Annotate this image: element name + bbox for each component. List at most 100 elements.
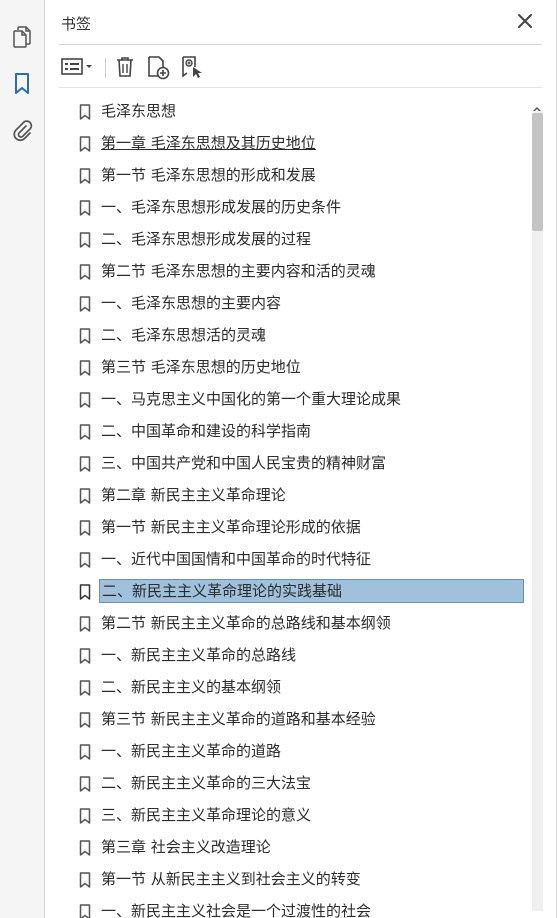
bookmark-label: 三、新民主主义革命理论的意义 xyxy=(101,806,312,824)
bookmark-item[interactable]: 三、新民主主义革命理论的意义 xyxy=(59,803,529,829)
delete-bookmark-button[interactable] xyxy=(111,53,139,81)
bookmark-icon xyxy=(79,296,91,312)
bookmark-item[interactable]: 二、中国革命和建设的科学指南 xyxy=(59,419,529,445)
bookmark-icon xyxy=(79,328,91,344)
bookmark-icon xyxy=(79,200,91,216)
pages-icon xyxy=(13,26,31,48)
bookmark-label: 二、中国革命和建设的科学指南 xyxy=(101,422,312,440)
bookmark-item[interactable]: 一、新民主主义革命的道路 xyxy=(59,739,529,765)
bookmark-icon xyxy=(79,648,91,664)
bookmark-icon xyxy=(79,520,91,536)
bookmark-icon xyxy=(79,232,91,248)
bookmark-item[interactable]: 一、毛泽东思想形成发展的历史条件 xyxy=(59,195,529,221)
scroll-thumb[interactable] xyxy=(532,113,543,231)
bookmark-label: 第一节 从新民主主义到社会主义的转变 xyxy=(101,870,361,888)
navigation-rail xyxy=(0,0,45,918)
bookmark-item[interactable]: 第一章 毛泽东思想及其历史地位 xyxy=(59,131,529,157)
bookmark-item[interactable]: 第二节 新民主主义革命的总路线和基本纲领 xyxy=(59,611,529,637)
bookmark-label: 一、新民主主义革命的总路线 xyxy=(101,646,297,664)
bookmark-label: 第一节 毛泽东思想的形成和发展 xyxy=(101,166,316,184)
bookmark-item[interactable]: 第三节 毛泽东思想的历史地位 xyxy=(59,355,529,381)
bookmark-label: 第一章 毛泽东思想及其历史地位 xyxy=(101,134,316,152)
bookmark-icon xyxy=(79,360,91,376)
close-panel-button[interactable] xyxy=(516,12,534,30)
toolbar-divider xyxy=(59,87,542,88)
bookmark-label: 毛泽东思想 xyxy=(101,102,177,120)
bookmark-label: 第三节 毛泽东思想的历史地位 xyxy=(101,358,301,376)
bookmark-label: 三、中国共产党和中国人民宝贵的精神财富 xyxy=(101,454,387,472)
bookmark-item[interactable]: 毛泽东思想 xyxy=(59,99,529,125)
bookmark-label: 二、新民主主义革命的三大法宝 xyxy=(101,774,312,792)
bookmark-toolbar xyxy=(59,50,539,84)
bookmark-label: 一、毛泽东思想的主要内容 xyxy=(101,294,282,312)
vertical-scrollbar[interactable] xyxy=(529,95,545,918)
bookmark-list: 毛泽东思想 第一章 毛泽东思想及其历史地位 第一节 毛泽东思想的形成和发展 一、… xyxy=(59,95,529,918)
bookmark-label: 一、新民主主义革命的道路 xyxy=(101,742,282,760)
bookmark-item[interactable]: 一、毛泽东思想的主要内容 xyxy=(59,291,529,317)
bookmark-icon xyxy=(79,168,91,184)
bookmark-item[interactable]: 二、毛泽东思想形成发展的过程 xyxy=(59,227,529,253)
scroll-track[interactable] xyxy=(532,111,543,911)
bookmark-icon xyxy=(79,904,91,918)
new-bookmark-icon xyxy=(148,56,170,80)
bookmark-icon xyxy=(79,712,91,728)
bookmark-item[interactable]: 二、新民主主义革命的三大法宝 xyxy=(59,771,529,797)
bookmark-item[interactable]: 二、新民主主义的基本纲领 xyxy=(59,675,529,701)
bookmark-item[interactable]: 三、中国共产党和中国人民宝贵的精神财富 xyxy=(59,451,529,477)
new-bookmark-button[interactable] xyxy=(143,53,173,81)
panel-title: 书签 xyxy=(61,15,92,33)
bookmark-icon xyxy=(79,872,91,888)
bookmark-item[interactable]: 二、毛泽东思想活的灵魂 xyxy=(59,323,529,349)
bookmark-icon xyxy=(79,456,91,472)
bookmark-item[interactable]: 第一节 从新民主主义到社会主义的转变 xyxy=(59,867,529,893)
bookmark-label: 一、新民主主义社会是一个过渡性的社会 xyxy=(101,902,372,918)
bookmark-icon xyxy=(79,552,91,568)
bookmark-item[interactable]: 第一节 毛泽东思想的形成和发展 xyxy=(59,163,529,189)
toolbar-separator xyxy=(105,58,106,78)
bookmark-item[interactable]: 第三章 社会主义改造理论 xyxy=(59,835,529,861)
attachment-icon xyxy=(13,120,33,142)
bookmark-label: 第三节 新民主主义革命的道路和基本经验 xyxy=(101,710,376,728)
bookmark-item[interactable]: 第一节 新民主主义革命理论形成的依据 xyxy=(59,515,529,541)
bookmark-icon xyxy=(79,392,91,408)
pages-panel-button[interactable] xyxy=(8,23,36,51)
bookmark-item[interactable]: 一、新民主主义社会是一个过渡性的社会 xyxy=(59,899,529,918)
close-icon xyxy=(518,14,532,28)
bookmark-item[interactable]: 一、近代中国国情和中国革命的时代特征 xyxy=(59,547,529,573)
bookmark-label: 二、新民主主义革命理论的实践基础 xyxy=(99,579,524,603)
bookmark-icon xyxy=(79,744,91,760)
bookmark-label: 二、新民主主义的基本纲领 xyxy=(101,678,282,696)
bookmark-icon xyxy=(79,616,91,632)
bookmark-icon xyxy=(79,840,91,856)
title-divider xyxy=(59,44,542,45)
bookmark-label: 一、马克思主义中国化的第一个重大理论成果 xyxy=(101,390,402,408)
bookmark-label: 一、毛泽东思想形成发展的历史条件 xyxy=(101,198,342,216)
bookmark-icon xyxy=(79,264,91,280)
scroll-up-button[interactable] xyxy=(532,99,542,113)
options-menu-icon xyxy=(61,58,92,75)
bookmark-label: 第二节 毛泽东思想的主要内容和活的灵魂 xyxy=(101,262,376,280)
bookmark-label: 第一节 新民主主义革命理论形成的依据 xyxy=(101,518,361,536)
bookmark-from-selection-icon xyxy=(182,56,202,78)
bookmarks-panel: 书签 毛泽东思想 第一章 毛泽东思想及其历史地位 第一节 毛泽东思想的形成和发展… xyxy=(45,0,557,918)
bookmark-item[interactable]: 一、马克思主义中国化的第一个重大理论成果 xyxy=(59,387,529,413)
bookmark-from-selection-button[interactable] xyxy=(177,53,207,81)
bookmark-label: 第二章 新民主主义革命理论 xyxy=(101,486,286,504)
bookmark-icon xyxy=(79,776,91,792)
bookmark-label: 一、近代中国国情和中国革命的时代特征 xyxy=(101,550,372,568)
bookmark-icon xyxy=(79,680,91,696)
bookmark-item[interactable]: 一、新民主主义革命的总路线 xyxy=(59,643,529,669)
bookmark-item[interactable]: 第三节 新民主主义革命的道路和基本经验 xyxy=(59,707,529,733)
bookmark-item[interactable]: 二、新民主主义革命理论的实践基础 xyxy=(59,579,529,605)
bookmark-item[interactable]: 第二节 毛泽东思想的主要内容和活的灵魂 xyxy=(59,259,529,285)
bookmark-label: 第三章 社会主义改造理论 xyxy=(101,838,271,856)
bookmark-label: 二、毛泽东思想形成发展的过程 xyxy=(101,230,312,248)
attachments-panel-button[interactable] xyxy=(8,116,36,144)
bookmark-icon xyxy=(15,73,29,94)
options-menu-button[interactable] xyxy=(59,53,99,81)
bookmark-icon xyxy=(79,104,91,120)
bookmark-label: 二、毛泽东思想活的灵魂 xyxy=(101,326,267,344)
bookmarks-panel-button[interactable] xyxy=(8,70,36,98)
delete-icon xyxy=(117,57,133,77)
bookmark-item[interactable]: 第二章 新民主主义革命理论 xyxy=(59,483,529,509)
